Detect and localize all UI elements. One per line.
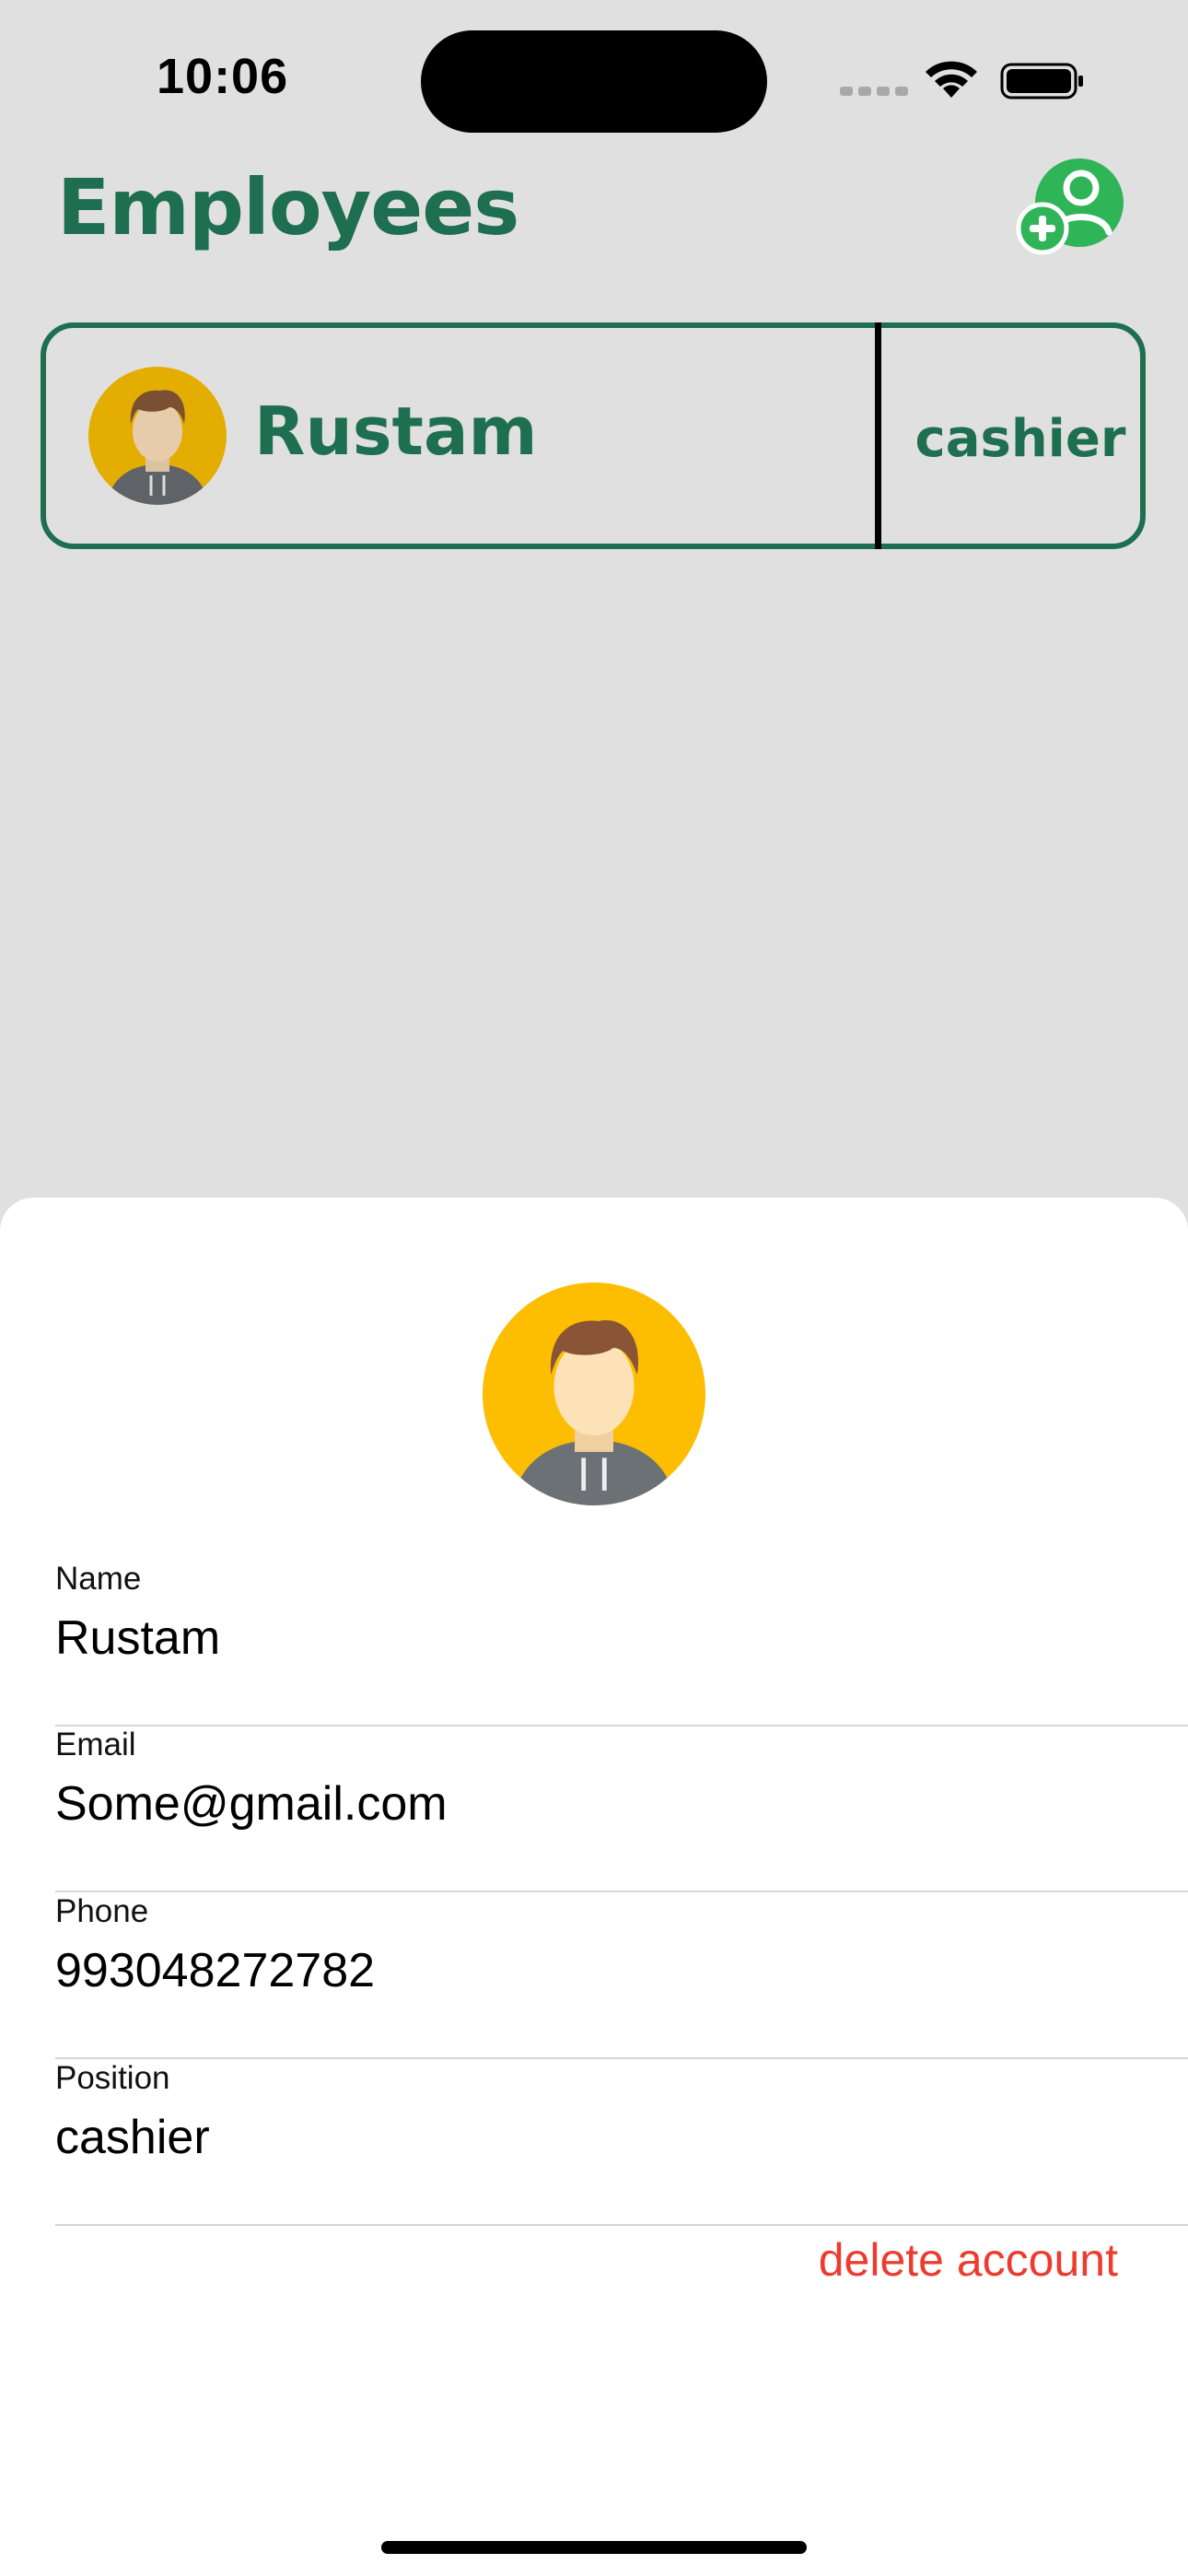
add-user-icon [1016,158,1124,255]
status-time: 10:06 [157,49,289,104]
position-label: Position [55,2060,170,2096]
position-input[interactable]: cashier [55,2110,1160,2165]
phone-field[interactable]: Phone 993048272782 [55,1893,1188,2059]
delete-account-button[interactable]: delete account [819,2233,1118,2287]
page-title: Employees [57,162,519,252]
email-label: Email [55,1727,136,1762]
person-avatar-icon [88,367,227,505]
name-label: Name [55,1561,142,1597]
person-avatar-icon[interactable] [483,1282,705,1505]
email-input[interactable]: Some@gmail.com [55,1776,1160,1832]
name-input[interactable]: Rustam [55,1610,1160,1666]
add-employee-button[interactable] [1015,158,1131,256]
battery-icon [1000,63,1083,100]
home-indicator[interactable] [381,2541,807,2554]
position-field[interactable]: Position cashier [55,2060,1188,2226]
cellular-signal-icon [840,87,908,96]
employee-name: Rustam [254,392,538,470]
card-divider [875,322,881,549]
wifi-icon [926,61,977,98]
employee-row[interactable]: Rustam cashier [41,322,1146,549]
status-bar: 10:06 [0,0,1188,147]
employee-detail-sheet: Name Rustam Email Some@gmail.com Phone 9… [0,1198,1188,2576]
phone-input[interactable]: 993048272782 [55,1943,1160,1998]
dynamic-island [421,30,767,133]
name-field[interactable]: Name Rustam [55,1561,1188,1727]
employee-position: cashier [914,409,1126,469]
email-field[interactable]: Email Some@gmail.com [55,1727,1188,1892]
phone-label: Phone [55,1893,149,1929]
